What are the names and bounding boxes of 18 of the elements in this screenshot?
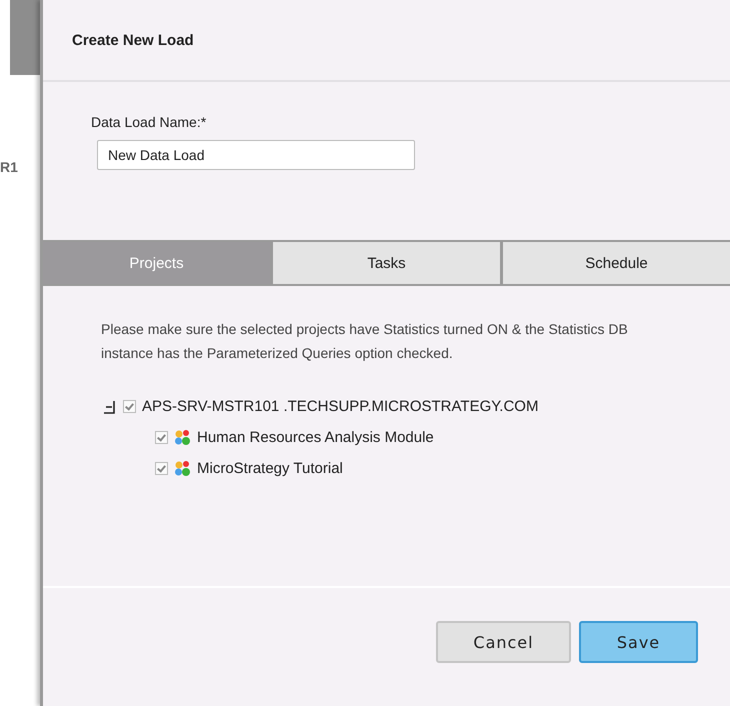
tree-item-label[interactable]: Human Resources Analysis Module [197, 429, 434, 446]
tab[interactable]: Schedule [503, 242, 730, 284]
collapse-icon[interactable] [103, 400, 117, 414]
project-icon [174, 460, 191, 477]
dialog-title: Create New Load [72, 32, 194, 48]
info-text: Please make sure the selected projects have Statistics turned ON & the Statistics DB instance has the Parameterized Queries option checked. [101, 320, 629, 363]
tab[interactable]: Tasks [273, 242, 503, 284]
checkbox[interactable] [155, 431, 168, 444]
checkbox[interactable] [155, 462, 168, 475]
tree-item-label[interactable]: APS-SRV-MSTR101 .TECHSUPP.MICROSTRATEGY.COM [142, 398, 538, 415]
background-text: R1 [0, 159, 19, 175]
save-button[interactable]: Save [579, 621, 698, 663]
checkbox[interactable] [123, 400, 136, 413]
project-icon [174, 429, 191, 446]
cancel-button[interactable]: Cancel [436, 621, 571, 663]
name-field[interactable]: New Data Load [97, 140, 415, 170]
field-label: Data Load Name:* [91, 114, 208, 130]
tree-item-label[interactable]: MicroStrategy Tutorial [197, 460, 343, 477]
